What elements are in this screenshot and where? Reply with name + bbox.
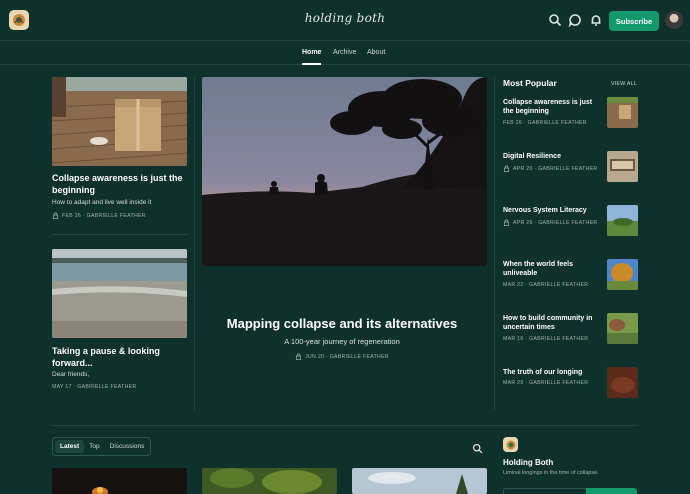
post-title[interactable]: Collapse awareness is just the beginning xyxy=(52,172,190,196)
featured-meta: JUN 20 · GABRIELLE FEATHER xyxy=(202,353,482,360)
avatar[interactable] xyxy=(665,11,683,29)
site-brand[interactable]: holding both xyxy=(300,11,390,25)
search-icon[interactable] xyxy=(548,13,562,27)
popular-item-thumb[interactable] xyxy=(607,313,638,344)
post-image-fire[interactable] xyxy=(52,468,187,494)
popular-item-title[interactable]: Collapse awareness is just the beginning xyxy=(503,98,603,116)
lock-icon xyxy=(503,219,510,226)
popular-item-thumb[interactable] xyxy=(607,97,638,128)
view-all-link[interactable]: VIEW ALL xyxy=(611,81,637,87)
lock-icon xyxy=(52,212,59,219)
popular-item-meta: APR 20 · GABRIELLE FEATHER xyxy=(503,165,597,172)
nav-about[interactable]: About xyxy=(367,49,385,56)
post-image-sky[interactable] xyxy=(352,468,487,494)
email-field[interactable] xyxy=(503,488,587,494)
popular-item-meta: MAR 29 · GABRIELLE FEATHER xyxy=(503,380,588,386)
featured-image-sunset[interactable] xyxy=(202,77,487,266)
popular-item-meta-text: APR 20 · GABRIELLE FEATHER xyxy=(513,165,598,172)
featured-meta-text: JUN 20 · GABRIELLE FEATHER xyxy=(305,353,389,360)
logo-icon[interactable] xyxy=(9,10,29,30)
lock-icon xyxy=(296,353,302,360)
sidebar-subscribe-button[interactable] xyxy=(586,488,637,494)
post-meta-text: FEB 26 · GABRIELLE FEATHER xyxy=(62,212,146,219)
publication-name: Holding Both xyxy=(503,458,554,467)
lock-icon xyxy=(503,165,510,172)
popular-item-title[interactable]: Nervous System Literacy xyxy=(503,206,603,215)
post-subtitle: Dear friends, xyxy=(52,371,90,378)
post-image-forest[interactable] xyxy=(202,468,337,494)
search-icon[interactable] xyxy=(472,441,486,455)
featured-title[interactable]: Mapping collapse and its alternatives xyxy=(202,316,482,331)
popular-item-title[interactable]: When the world feels unliveable xyxy=(503,260,603,278)
popular-item-title[interactable]: How to build community in uncertain time… xyxy=(503,314,603,332)
tab-latest[interactable]: Latest xyxy=(55,440,85,453)
divider xyxy=(194,77,195,410)
tab-discussions[interactable]: Discussions xyxy=(105,440,150,453)
publication-logo-icon[interactable] xyxy=(503,437,518,452)
post-image-beach[interactable] xyxy=(52,249,187,338)
publication-description: Liminal longings in the time of collapse… xyxy=(503,470,599,476)
popular-item-meta-text: MAR 29 · GABRIELLE FEATHER xyxy=(503,380,589,386)
popular-item-meta-text: FEB 26 · GABRIELLE FEATHER xyxy=(503,120,587,126)
bell-icon[interactable] xyxy=(589,13,603,27)
tab-top[interactable]: Top xyxy=(84,440,104,453)
popular-item-meta-text: APR 26 · GABRIELLE FEATHER xyxy=(513,219,598,226)
chat-icon[interactable] xyxy=(568,13,582,28)
section-divider xyxy=(52,425,637,426)
popular-item-thumb[interactable] xyxy=(607,367,638,398)
post-meta-text: MAY 17 · GABRIELLE FEATHER xyxy=(52,384,137,390)
popular-item-thumb[interactable] xyxy=(607,205,638,236)
divider xyxy=(494,77,495,410)
feed-tabs: Latest Top Discussions xyxy=(52,437,151,456)
nav-active-indicator xyxy=(302,63,321,65)
most-popular-heading: Most Popular xyxy=(503,78,557,88)
popular-item-meta: MAR 16 · GABRIELLE FEATHER xyxy=(503,336,588,342)
popular-item-title[interactable]: Digital Resilience xyxy=(503,152,603,161)
popular-item-meta: APR 26 · GABRIELLE FEATHER xyxy=(503,219,597,226)
popular-item-meta: FEB 26 · GABRIELLE FEATHER xyxy=(503,120,587,126)
popular-item-title[interactable]: The truth of our longing xyxy=(503,368,603,377)
popular-item-meta-text: MAR 22 · GABRIELLE FEATHER xyxy=(503,282,589,288)
popular-item-meta: MAR 22 · GABRIELLE FEATHER xyxy=(503,282,588,288)
post-meta: MAY 17 · GABRIELLE FEATHER xyxy=(52,384,136,390)
post-image-box-on-deck[interactable] xyxy=(52,77,187,166)
nav-archive[interactable]: Archive xyxy=(333,49,356,56)
featured-subtitle: A 100-year journey of regeneration xyxy=(284,337,400,346)
post-meta: FEB 26 · GABRIELLE FEATHER xyxy=(52,212,146,219)
divider xyxy=(52,234,187,235)
post-subtitle: How to adapt and live well inside it xyxy=(52,199,152,206)
nav-home[interactable]: Home xyxy=(302,49,321,56)
popular-item-meta-text: MAR 16 · GABRIELLE FEATHER xyxy=(503,336,589,342)
post-title[interactable]: Taking a pause & looking forward... xyxy=(52,345,190,369)
subscribe-button[interactable]: Subscribe xyxy=(609,11,659,31)
popular-item-thumb[interactable] xyxy=(607,151,638,182)
popular-item-thumb[interactable] xyxy=(607,259,638,290)
